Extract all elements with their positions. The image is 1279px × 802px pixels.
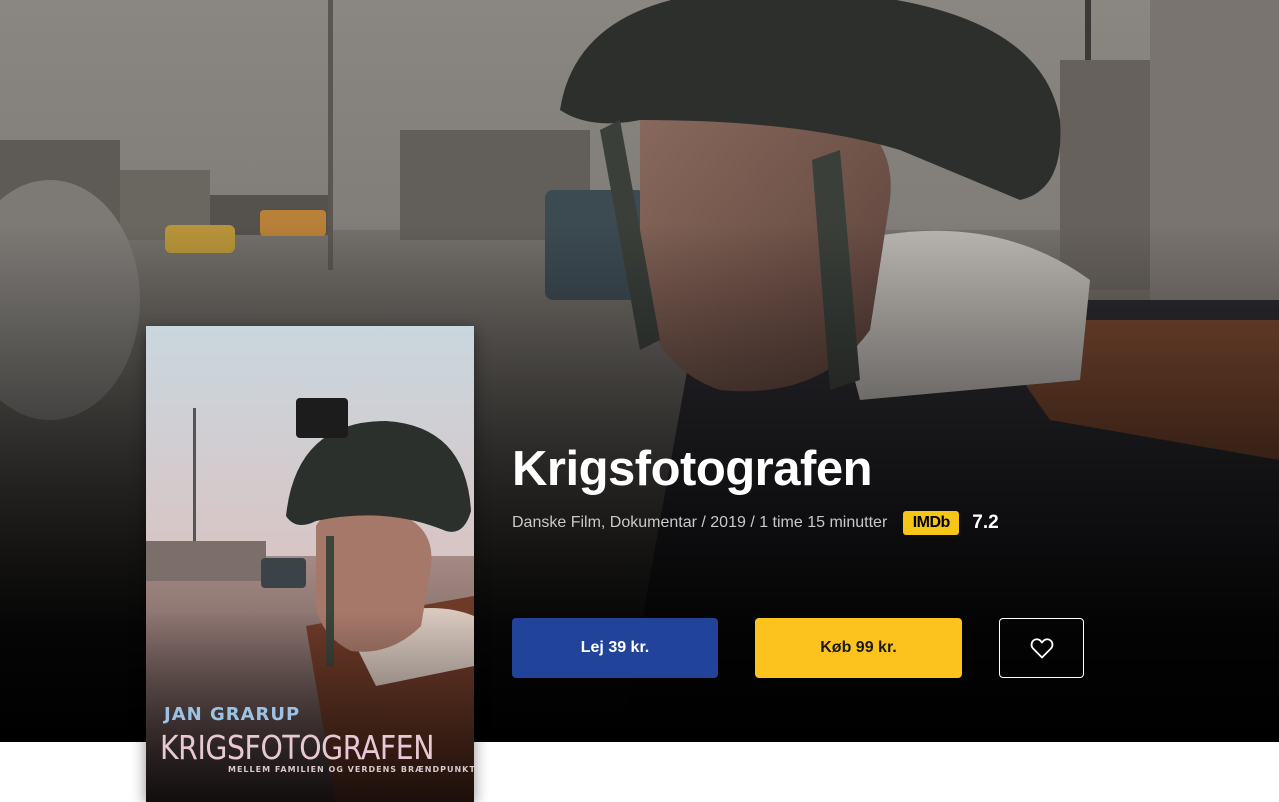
movie-meta: Danske Film, Dokumentar / 2019 / 1 time …: [512, 510, 999, 536]
imdb-logo: IMDb: [903, 511, 960, 535]
heart-icon: [1030, 638, 1053, 659]
movie-meta-text: Danske Film, Dokumentar / 2019 / 1 time …: [512, 514, 888, 531]
imdb-rating: 7.2: [972, 512, 999, 533]
movie-poster[interactable]: JAN GRARUP KRIGSFOTOGRAFEN MELLEM FAMILI…: [146, 326, 474, 802]
poster-tagline: MELLEM FAMILIEN OG VERDENS BRÆNDPUNKTER: [228, 765, 474, 774]
favorite-button[interactable]: [999, 618, 1084, 678]
movie-title: Krigsfotografen: [512, 442, 873, 496]
poster-author: JAN GRARUP: [164, 704, 301, 725]
buy-button[interactable]: Køb 99 kr.: [755, 618, 962, 678]
rent-button[interactable]: Lej 39 kr.: [512, 618, 718, 678]
poster-title: KRIGSFOTOGRAFEN: [160, 728, 435, 767]
